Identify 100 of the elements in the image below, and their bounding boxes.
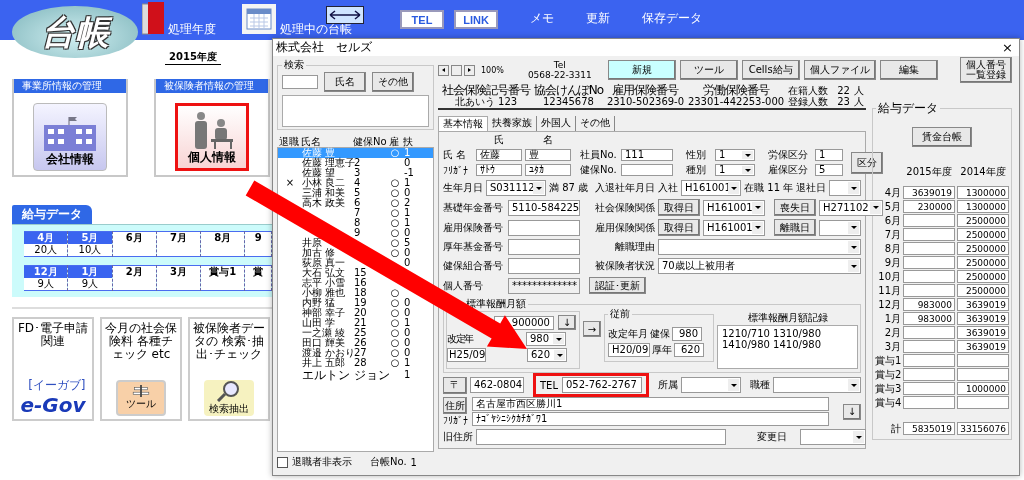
copy-button[interactable]: → [583, 321, 601, 337]
arrows-icon[interactable] [326, 6, 364, 24]
month-header[interactable]: 4月 [24, 231, 68, 244]
dropdown[interactable] [829, 180, 861, 196]
dropdown[interactable] [800, 429, 866, 445]
dropdown[interactable]: 70歳以上被用者 [658, 258, 861, 274]
header-button[interactable]: LINK [454, 10, 498, 29]
search-field[interactable] [282, 75, 318, 89]
list-row[interactable]: 佐藤 望 3 -1 [278, 168, 433, 178]
text-field[interactable]: 名古屋市西区勝川1 [472, 397, 829, 411]
calendar-icon[interactable] [242, 4, 276, 34]
month-header[interactable]: 1月 [68, 265, 112, 278]
list-row[interactable]: 田口 輝美 26 ○ 0 [278, 338, 433, 348]
next-button[interactable] [464, 64, 475, 76]
month-header[interactable]: 賞与1 [201, 265, 245, 278]
class-button[interactable]: 区分 [851, 151, 883, 174]
wage-ledger-button[interactable]: 賃金台帳 [912, 127, 972, 147]
month-header[interactable]: 12月 [24, 265, 68, 278]
list-row[interactable]: 8 ○ 1 [278, 218, 433, 228]
menu-button[interactable]: 会社情報 [33, 103, 107, 171]
text-field[interactable] [621, 164, 673, 176]
text-field[interactable] [508, 258, 580, 274]
dropdown[interactable]: H161001 [703, 199, 765, 216]
list-row[interactable]: 井原 ○ 5 [278, 238, 433, 248]
dropdown[interactable]: H161001 [681, 180, 742, 196]
toolbar-label[interactable]: 保存データ [642, 10, 702, 27]
text-field[interactable]: 5110-584225 [508, 199, 580, 216]
date-button[interactable]: 取得日 [658, 219, 700, 236]
text-field[interactable] [508, 219, 580, 236]
history-box[interactable]: 1210/710 1310/980 1410/980 1410/980 [717, 325, 858, 369]
dropdown[interactable] [819, 219, 861, 236]
list-row[interactable]: 9 ○ 0 [278, 228, 433, 238]
text-field[interactable]: 5 [815, 164, 843, 176]
menu-button[interactable]: 個人情報 [175, 103, 249, 171]
toolbar-button[interactable]: ツール [679, 60, 738, 80]
toolbar-button[interactable]: 編集 [879, 60, 938, 80]
month-header[interactable]: 9 [245, 231, 271, 244]
checkbox[interactable] [277, 456, 288, 468]
list-row[interactable]: 加古 修 ○ 0 [278, 248, 433, 258]
month-header[interactable]: 2月 [112, 265, 156, 278]
tool-card[interactable]: FD･電子申請関連 [イーガブ] e-Gov [12, 317, 94, 421]
tool-card[interactable]: 今月の社会保険料 各種チェック etc ツール [100, 317, 182, 421]
dropdown[interactable]: S031112 [486, 180, 546, 196]
dropdown[interactable]: 980 [526, 332, 566, 346]
date-button[interactable]: 喪失日 [774, 199, 816, 216]
text-field[interactable]: H20/09 [608, 343, 650, 357]
toolbar-button[interactable]: 個人ファイル [803, 60, 876, 80]
text-field[interactable]: 1 [815, 149, 843, 161]
search-button[interactable]: 氏名 [324, 72, 366, 92]
header-button[interactable]: TEL [400, 10, 444, 29]
month-header[interactable]: 8月 [201, 231, 245, 244]
month-header[interactable]: 賞 [245, 265, 271, 278]
text-field[interactable]: 佐藤 [476, 149, 522, 161]
dropdown[interactable]: 620 [527, 348, 567, 362]
text-field[interactable]: 980 [672, 327, 702, 341]
list-row[interactable]: 山田 学 21 ○ 1 [278, 318, 433, 328]
toolbar-button[interactable]: Cells給与 [741, 60, 800, 80]
dropdown[interactable] [773, 377, 861, 393]
list-row[interactable]: 井上 五郎 28 ○ 1 [278, 358, 433, 368]
previous-button[interactable] [438, 64, 449, 76]
date-button[interactable]: 離職日 [774, 219, 816, 236]
tab[interactable]: 基本情報 [438, 116, 488, 131]
month-header[interactable]: 6月 [112, 231, 156, 244]
text-field[interactable]: 111 [621, 149, 673, 161]
list-row[interactable]: 一之瀬 綾 25 ○ 0 [278, 328, 433, 338]
list-row[interactable]: 荻原 真一 0 [278, 258, 433, 268]
binder-icon[interactable] [142, 2, 164, 36]
text-field[interactable]: 620 [674, 343, 704, 357]
text-field[interactable]: 462-0804 [470, 377, 524, 393]
text-field[interactable]: ﾅｺﾞﾔｼﾆｼｸｶﾁｶﾞﾜ1 [472, 412, 829, 426]
month-header[interactable]: 5月 [68, 231, 112, 244]
down-button[interactable]: ↓ [558, 315, 576, 330]
text-field[interactable] [508, 239, 580, 255]
list-row[interactable]: エルトン ジョン 1 [278, 368, 433, 382]
renew-button[interactable]: 認証･更新 [589, 277, 646, 294]
list-row[interactable]: 大石 弘文 15 [278, 268, 433, 278]
tool-card[interactable]: 被保険者データの 検索･抽出･チェック 検索抽出 [188, 317, 270, 421]
down-button[interactable]: ↓ [843, 403, 861, 420]
list-row[interactable]: × 小林 良二 4 ○ 1 [278, 178, 433, 188]
close-button[interactable]: × [1002, 40, 1013, 55]
toolbar-label[interactable]: 更新 [586, 10, 610, 27]
list-row[interactable]: 渡邉 かおり27 ○ 0 [278, 348, 433, 358]
text-field[interactable]: ｻﾄｳ [476, 164, 522, 176]
section-tab[interactable]: 給与データ [12, 205, 92, 224]
text-field[interactable]: ************* [508, 277, 580, 294]
list-row[interactable]: 佐藤 理恵子2 0 [278, 158, 433, 168]
address-button[interactable]: 住所 [443, 397, 467, 414]
search-button[interactable]: その他 [372, 72, 414, 92]
text-field[interactable] [476, 429, 726, 445]
date-button[interactable]: 取得日 [658, 199, 700, 216]
dropdown[interactable]: 1 [715, 149, 755, 161]
text-field[interactable]: 豊 [525, 149, 571, 161]
dropdown[interactable]: H161001 [703, 219, 765, 236]
text-field[interactable]: 052-762-2767 [562, 377, 642, 393]
list-row[interactable]: 神部 幸子 20 ○ 0 [278, 308, 433, 318]
text-field[interactable]: ﾕﾀｶ [525, 164, 571, 176]
tool-button[interactable]: 検索抽出 [204, 380, 254, 416]
dropdown[interactable]: 1 [715, 164, 755, 176]
list-row[interactable]: 三浦 和美 5 ○ 0 [278, 188, 433, 198]
dropdown[interactable] [658, 239, 861, 255]
